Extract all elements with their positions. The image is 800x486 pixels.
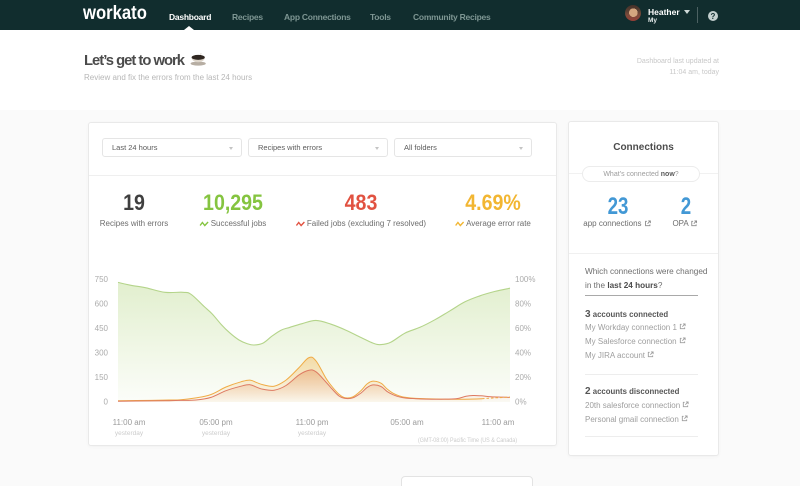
svg-text:450: 450	[95, 324, 109, 333]
svg-text:300: 300	[95, 349, 109, 358]
svg-text:20%: 20%	[515, 373, 531, 382]
svg-text:40%: 40%	[515, 349, 531, 358]
svg-text:80%: 80%	[515, 300, 531, 309]
svg-text:600: 600	[95, 300, 109, 309]
svg-text:yesterday: yesterday	[298, 430, 327, 437]
svg-text:0%: 0%	[515, 398, 527, 407]
svg-text:05:00 am: 05:00 am	[390, 418, 424, 427]
svg-text:11:00 am: 11:00 am	[113, 418, 146, 427]
svg-text:11:00 am: 11:00 am	[482, 418, 515, 427]
svg-text:750: 750	[95, 275, 109, 284]
svg-text:yesterday: yesterday	[115, 430, 144, 437]
svg-text:05:00 pm: 05:00 pm	[199, 418, 233, 427]
svg-text:(GMT-08:00) Pacific Time (US &: (GMT-08:00) Pacific Time (US & Canada)	[418, 438, 517, 444]
svg-text:0: 0	[104, 398, 109, 407]
svg-text:100%: 100%	[515, 275, 535, 284]
svg-text:150: 150	[95, 373, 109, 382]
svg-text:60%: 60%	[515, 324, 531, 333]
svg-text:yesterday: yesterday	[202, 430, 231, 437]
svg-text:11:00 pm: 11:00 pm	[296, 418, 329, 427]
